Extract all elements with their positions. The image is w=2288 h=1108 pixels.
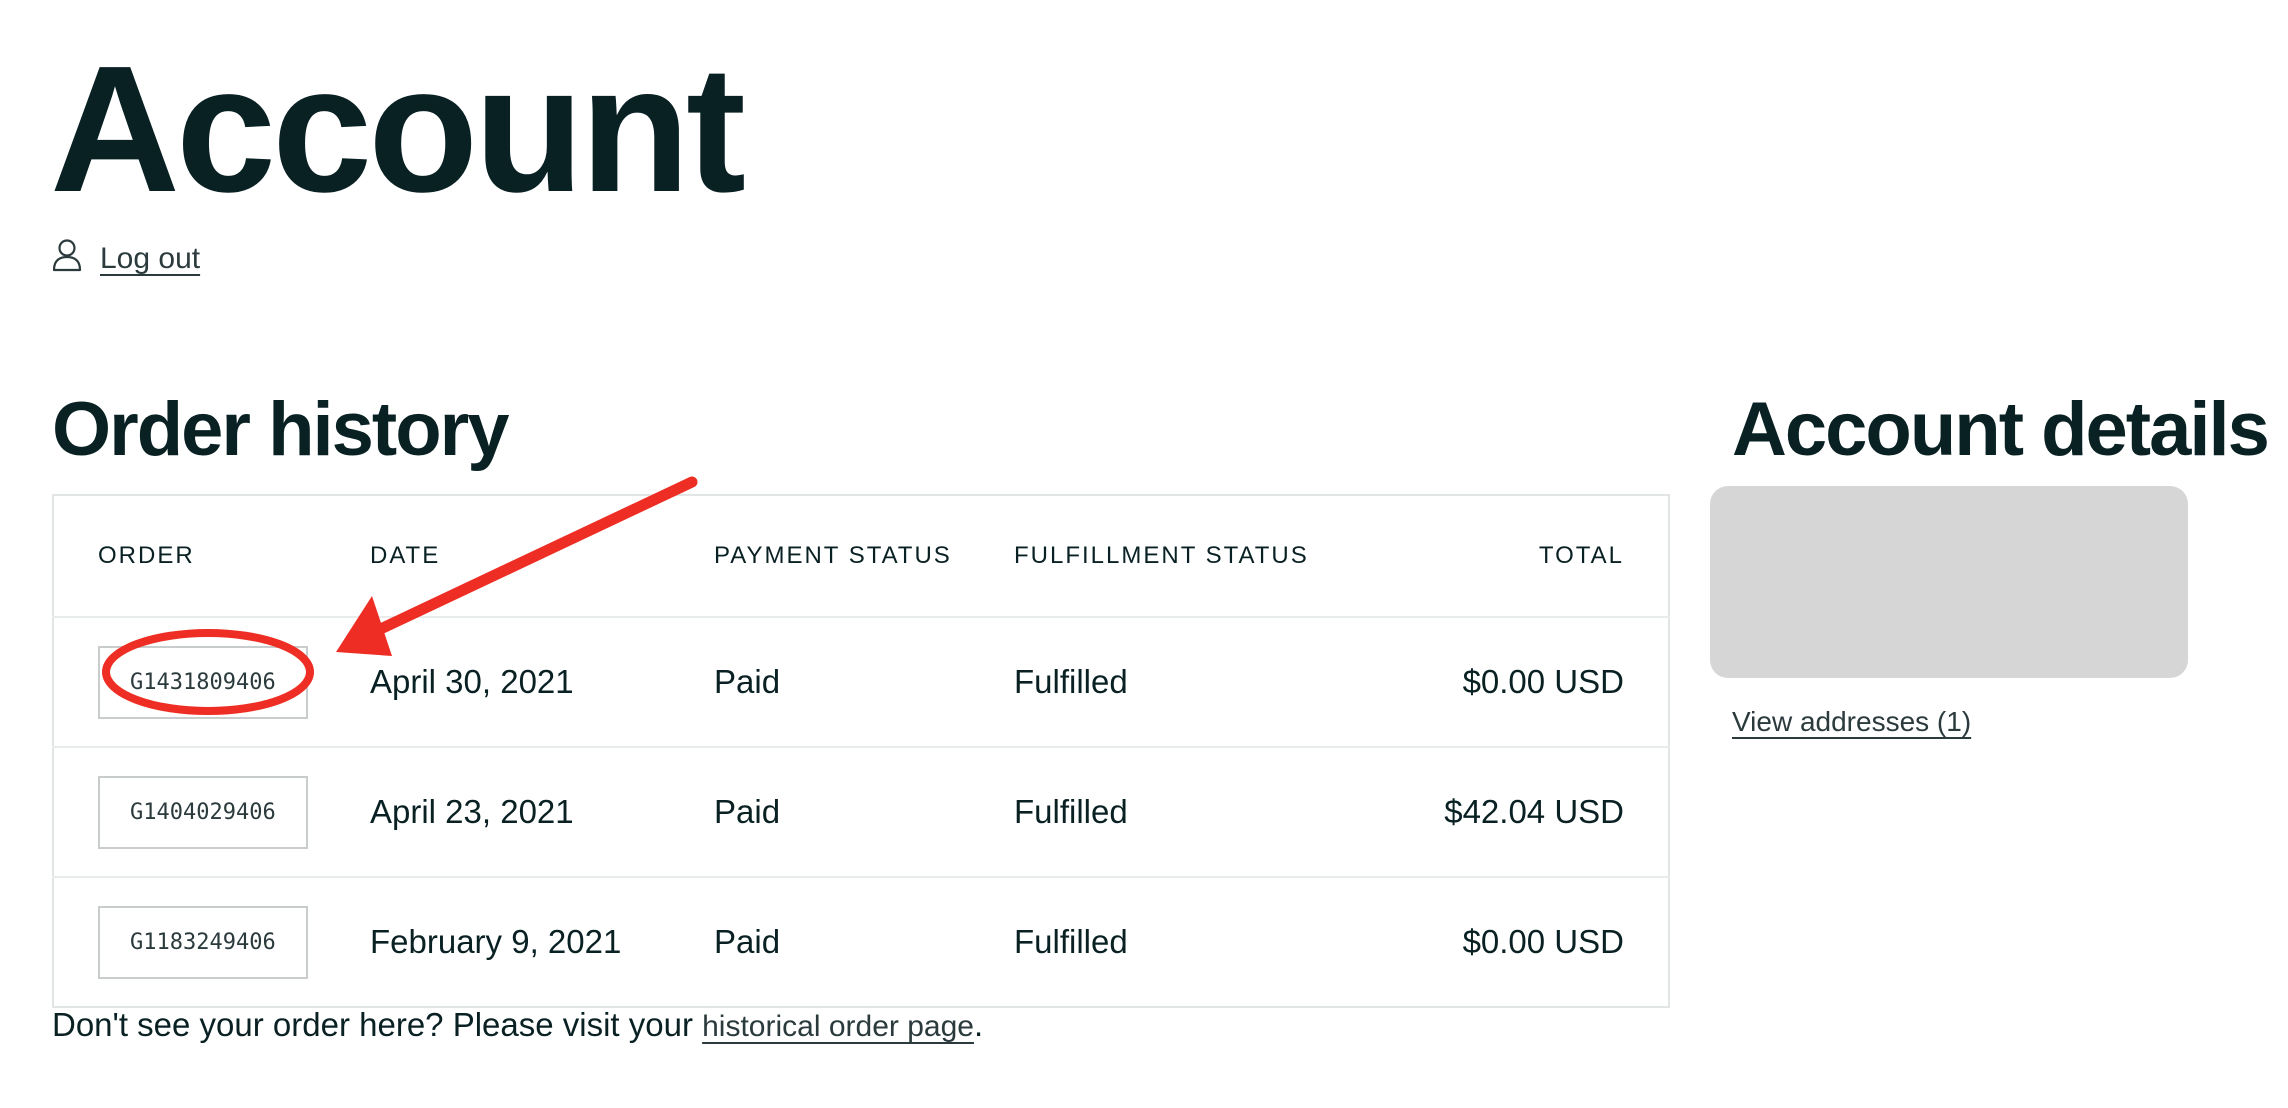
logout-link[interactable]: Log out [100, 242, 200, 276]
column-header-total: TOTAL [1538, 542, 1624, 569]
logout-row: Log out [52, 238, 200, 280]
order-total: $42.04 USD [1354, 746, 1669, 877]
column-header-payment-status: PAYMENT STATUS [714, 542, 952, 569]
fulfillment-status: Fulfilled [1014, 616, 1354, 747]
table-row: G1431809406 April 30, 2021 Paid Fulfille… [53, 616, 1669, 747]
orders-table: ORDER DATE PAYMENT STATUS FULFILLMENT ST… [52, 494, 1670, 1008]
payment-status: Paid [714, 876, 1014, 1007]
fulfillment-status: Fulfilled [1014, 876, 1354, 1007]
order-number-button[interactable]: G1431809406 [98, 645, 308, 719]
page-title: Account [50, 29, 746, 230]
fulfillment-status: Fulfilled [1014, 746, 1354, 877]
order-total: $0.00 USD [1354, 876, 1669, 1007]
column-header-date: DATE [370, 542, 441, 569]
order-number-button[interactable]: G1183249406 [98, 905, 308, 979]
table-row: G1404029406 April 23, 2021 Paid Fulfille… [53, 746, 1669, 877]
order-date: April 30, 2021 [370, 616, 714, 747]
table-header-row: ORDER DATE PAYMENT STATUS FULFILLMENT ST… [53, 495, 1669, 617]
order-footnote: Don't see your order here? Please visit … [52, 1006, 983, 1044]
order-number-button[interactable]: G1404029406 [98, 775, 308, 849]
column-header-order: ORDER [98, 542, 195, 569]
address-placeholder-card [1710, 486, 2188, 678]
column-header-fulfillment-status: FULFILLMENT STATUS [1014, 542, 1309, 569]
table-row: G1183249406 February 9, 2021 Paid Fulfil… [53, 876, 1669, 1007]
footnote-period: . [973, 1006, 984, 1043]
user-icon [52, 238, 82, 280]
account-details-title: Account details [1732, 387, 2270, 472]
footnote-text: Don't see your order here? Please visit … [52, 1006, 703, 1043]
order-date: April 23, 2021 [370, 746, 714, 877]
view-addresses-link[interactable]: View addresses (1) [1732, 706, 1971, 738]
order-total: $0.00 USD [1354, 616, 1669, 747]
order-history-title: Order history [52, 387, 509, 472]
order-date: February 9, 2021 [370, 876, 714, 1007]
payment-status: Paid [714, 616, 1014, 747]
historical-order-page-link[interactable]: historical order page [702, 1010, 974, 1043]
account-page: Account Log out Order history ORDER DATE… [0, 0, 2288, 1108]
payment-status: Paid [714, 746, 1014, 877]
